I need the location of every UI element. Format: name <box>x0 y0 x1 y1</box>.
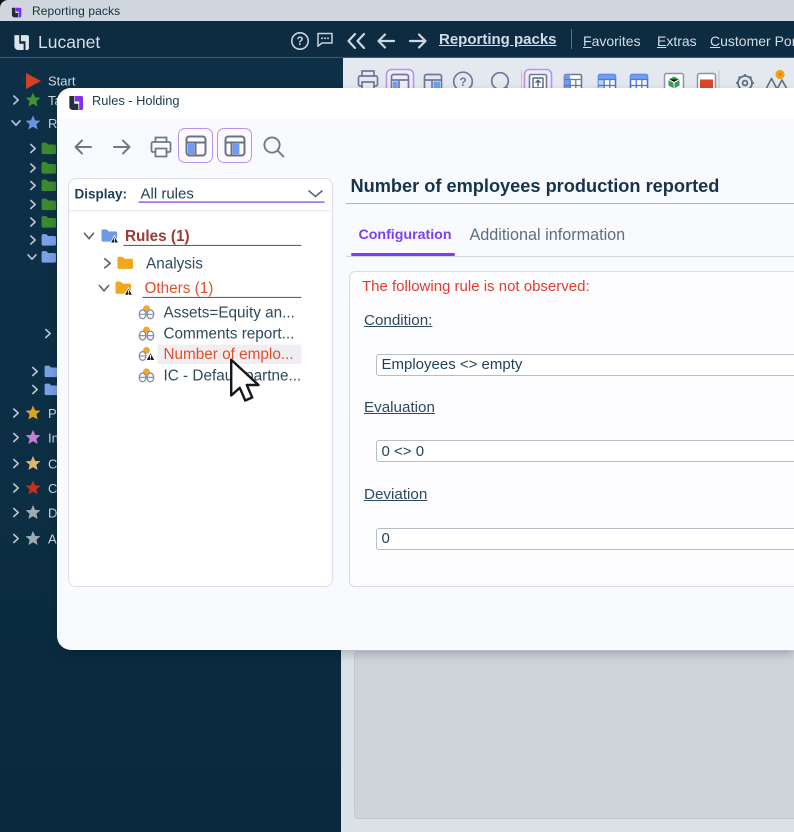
svg-text:?: ? <box>296 36 303 48</box>
svg-text:Display:: Display: <box>74 187 127 202</box>
svg-text:Rules (1): Rules (1) <box>125 228 190 245</box>
svg-text:Start: Start <box>48 74 76 89</box>
svg-text:A: A <box>48 532 57 547</box>
svg-text:D: D <box>48 506 57 521</box>
svg-text:Others (1): Others (1) <box>144 280 213 297</box>
svg-text:Assets=Equity an...: Assets=Equity an... <box>163 304 294 321</box>
svg-text:Analysis: Analysis <box>146 255 203 272</box>
svg-text:All rules: All rules <box>140 186 193 203</box>
svg-text:C: C <box>48 457 57 472</box>
svg-text:C: C <box>48 481 57 496</box>
svg-text:Comments report...: Comments report... <box>163 326 294 343</box>
svg-text:?: ? <box>459 75 466 89</box>
